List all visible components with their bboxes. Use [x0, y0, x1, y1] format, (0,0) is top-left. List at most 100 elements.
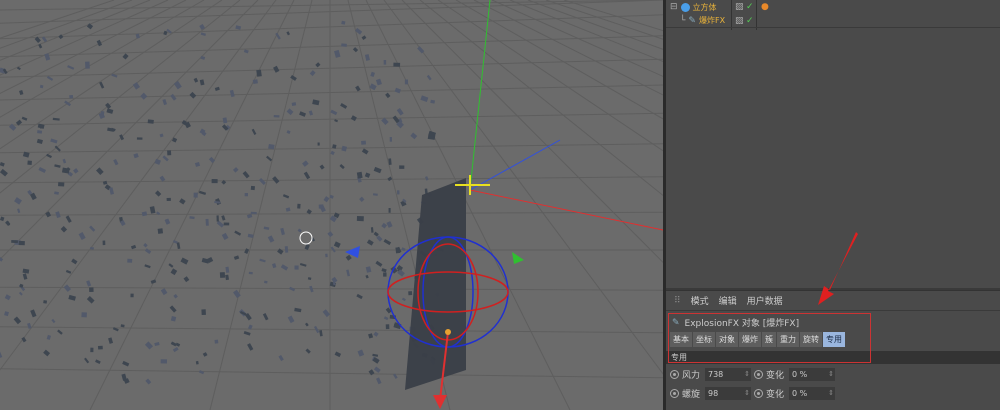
animate-radio-icon[interactable]: [670, 389, 679, 398]
debris-particle: [307, 277, 312, 280]
debris-particle: [373, 166, 382, 174]
spiral-input[interactable]: 98: [705, 387, 751, 400]
debris-particle: [361, 148, 369, 155]
debris-particle: [0, 351, 3, 359]
debris-particle: [46, 153, 52, 159]
grid-line: [0, 176, 663, 184]
grid-line: [455, 0, 663, 120]
field-row: 风力 738 变化 0 %: [666, 366, 1000, 383]
field-label: 螺旋: [682, 390, 701, 400]
object-name[interactable]: 立方体: [693, 2, 717, 13]
menu-user-data[interactable]: 用户数据: [747, 294, 783, 307]
debris-particle: [304, 244, 310, 251]
debris-particle: [242, 171, 250, 179]
object-row[interactable]: ⊟ 立方体 ▨ ✓ ●: [666, 0, 1000, 14]
visibility-icon[interactable]: ▨: [735, 2, 744, 12]
debris-particle: [173, 294, 178, 299]
debris-particle: [248, 271, 253, 275]
debris-particle: [13, 316, 22, 325]
field-label: 风力: [682, 371, 701, 381]
debris-particle: [388, 208, 391, 213]
debris-particle: [58, 182, 65, 187]
wind-variation-input[interactable]: 0 %: [789, 368, 835, 381]
debris-particle: [273, 65, 280, 73]
animate-radio-icon[interactable]: [754, 389, 763, 398]
spiral-variation-input[interactable]: 0 %: [789, 387, 835, 400]
debris-particle: [157, 228, 164, 234]
expand-icon[interactable]: ⊟: [670, 2, 678, 12]
debris-particle: [297, 228, 302, 233]
animate-radio-icon[interactable]: [670, 370, 679, 379]
debris-particle: [50, 138, 58, 144]
debris-particle: [395, 247, 401, 254]
debris-particle: [73, 168, 79, 174]
debris-particle: [280, 264, 289, 271]
tag-icon[interactable]: ●: [761, 2, 769, 12]
debris-particle: [365, 266, 372, 273]
debris-particle: [386, 221, 393, 228]
debris-particle: [198, 370, 205, 375]
debris-particle: [389, 136, 393, 142]
visibility-icon[interactable]: ▨: [735, 16, 744, 26]
debris-particle: [297, 203, 301, 209]
debris-particle: [136, 137, 143, 140]
animate-radio-icon[interactable]: [754, 370, 763, 379]
debris-particle: [345, 254, 352, 261]
debris-particle: [154, 158, 161, 165]
debris-particle: [396, 190, 400, 195]
debris-particle: [330, 109, 338, 116]
debris-particle: [305, 348, 311, 354]
debris-particle: [0, 216, 5, 222]
field-label: 变化: [766, 390, 785, 400]
object-row[interactable]: └ ✎ 爆炸FX ▨ ✓: [666, 14, 1000, 28]
debris-particle: [264, 280, 268, 284]
debris-particle: [96, 167, 104, 176]
grip-icon[interactable]: ⠿: [674, 296, 681, 306]
debris-particle: [37, 130, 43, 134]
grid-line: [0, 0, 151, 61]
grid-line: [0, 0, 223, 150]
debris-particle: [233, 255, 240, 260]
wind-input[interactable]: 738: [705, 368, 751, 381]
debris-particle: [340, 103, 348, 109]
debris-particle: [4, 294, 11, 301]
hierarchy-line-icon: └: [680, 15, 686, 26]
debris-particle: [256, 69, 262, 77]
menu-edit[interactable]: 编辑: [719, 294, 737, 307]
debris-particle: [383, 59, 387, 65]
debris-particle: [305, 322, 309, 327]
debris-particle: [420, 95, 429, 102]
debris-particle: [393, 62, 401, 67]
debris-particle: [286, 31, 291, 36]
debris-particle: [84, 357, 90, 364]
debris-particle: [38, 167, 47, 174]
debris-particle: [145, 378, 152, 385]
menu-mode[interactable]: 模式: [691, 294, 709, 307]
debris-particle: [370, 227, 374, 233]
debris-particle: [122, 53, 129, 60]
debris-particle: [359, 196, 365, 202]
debris-particle: [81, 312, 87, 318]
explosion-fx-icon: ✎: [688, 15, 696, 26]
grid-line: [0, 14, 663, 40]
debris-particle: [333, 241, 341, 248]
debris-particle: [322, 309, 331, 318]
debris-particle: [43, 300, 48, 304]
debris-particle: [366, 239, 374, 246]
enabled-check-icon[interactable]: ✓: [746, 16, 754, 26]
debris-particle: [289, 286, 296, 292]
debris-particle: [205, 218, 209, 226]
debris-particle: [401, 297, 406, 302]
debris-particle: [57, 329, 63, 335]
debris-particle: [168, 263, 174, 268]
enabled-check-icon[interactable]: ✓: [746, 2, 754, 12]
debris-particle: [189, 216, 195, 220]
3d-viewport[interactable]: [0, 0, 663, 410]
debris-particle: [120, 324, 125, 328]
debris-particle: [216, 215, 219, 222]
debris-particle: [408, 291, 413, 296]
debris-particle: [364, 54, 370, 61]
object-name[interactable]: 爆炸FX: [699, 15, 725, 26]
grid-line: [0, 211, 663, 216]
debris-particle: [225, 274, 230, 281]
